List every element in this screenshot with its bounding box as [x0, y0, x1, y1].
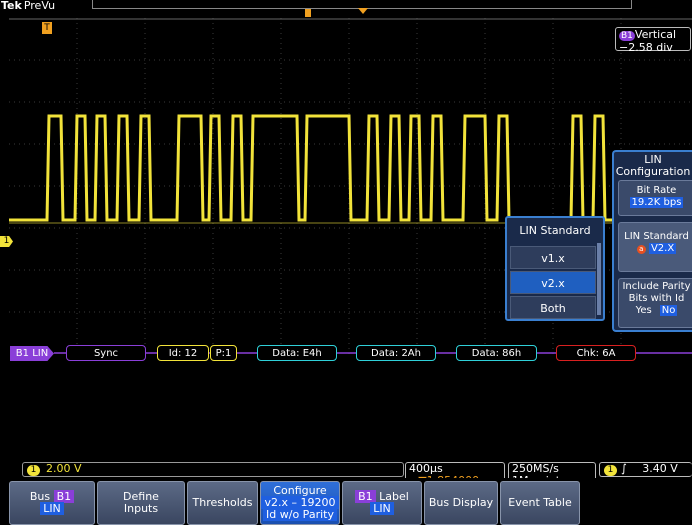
bus-packet-parity: P:1: [210, 345, 237, 361]
softkey-thresholds-label: Thresholds: [192, 496, 253, 509]
lin-standard-option-v2x[interactable]: v2.x: [510, 271, 596, 294]
bus-marker[interactable]: B1 LIN: [10, 346, 54, 361]
trigger-source-chip: 1: [604, 465, 617, 476]
lin-standard-label: LIN Standard: [624, 231, 689, 242]
lin-standard-option-v1x[interactable]: v1.x: [510, 246, 596, 269]
lin-standard-menu: LIN Standard v1.x v2.x Both: [505, 216, 605, 321]
lin-standard-value: V2.X: [648, 243, 677, 254]
lin-standard-option-both[interactable]: Both: [510, 296, 596, 319]
softkey-configure[interactable]: Configure v2.x – 19200 Id w/o Parity: [260, 481, 340, 525]
bus-packet-checksum: Chk: 6A: [556, 345, 636, 361]
trigger-position-icon: [358, 8, 368, 14]
record-position-marker: [305, 9, 311, 17]
bus-packet-id: Id: 12: [157, 345, 209, 361]
ch1-scale-value: 2.00 V: [46, 462, 82, 475]
lin-standard-menu-title: LIN Standard: [519, 224, 591, 237]
bus-name: LIN: [32, 348, 49, 359]
multipurpose-knob-a-icon: a: [636, 245, 646, 254]
softkey-define-line2: Inputs: [123, 502, 159, 515]
brand-name: Tek: [1, 0, 22, 12]
softkey-bus-display-label: Bus Display: [428, 496, 494, 509]
softkey-thresholds[interactable]: Thresholds: [187, 481, 258, 525]
bus-packet-data-3: Data: 86h: [456, 345, 537, 361]
vertical-readout: B1 Vertical −2.58 div: [615, 27, 691, 54]
bus-packet-data-2: Data: 2Ah: [356, 345, 436, 361]
lin-standard-scrollbar[interactable]: [597, 243, 601, 315]
trigger-readout[interactable]: 1 ∫ 3.40 V: [599, 462, 692, 477]
softkey-label-value: LIN: [370, 502, 394, 515]
softkey-label[interactable]: B1 Label LIN: [342, 481, 422, 525]
bus-packet-sync: Sync: [66, 345, 146, 361]
lin-standard-button[interactable]: LIN Standard a V2.X: [618, 222, 692, 272]
bus-id: B1: [15, 348, 30, 359]
trigger-level-value: 3.40 V: [642, 462, 678, 475]
brand-label: Tek PreVu: [1, 0, 55, 12]
include-parity-button[interactable]: Include Parity Bits with Id Yes No: [618, 278, 692, 328]
ch1-scale-readout[interactable]: 1 2.00 V: [22, 462, 404, 477]
bus-packet-data-1: Data: E4h: [257, 345, 337, 361]
softkey-define-inputs[interactable]: Define Inputs: [97, 481, 185, 525]
softkey-bus-value: LIN: [40, 502, 64, 515]
lin-configuration-title: LIN Configuration: [615, 153, 691, 178]
softkey-configure-parity: Id w/o Parity: [263, 508, 337, 521]
softkey-bus-display[interactable]: Bus Display: [424, 481, 498, 525]
softkey-event-table-label: Event Table: [508, 496, 572, 509]
include-parity-label: Include Parity Bits with Id: [622, 281, 691, 304]
bit-rate-value: 19.2K bps: [629, 197, 684, 208]
mode-label: PreVu: [23, 0, 56, 12]
bit-rate-button[interactable]: Bit Rate 19.2K bps: [618, 180, 692, 216]
ch1-waveform: [9, 114, 692, 222]
vertical-value: −2.58 div: [619, 41, 673, 54]
softkey-bus[interactable]: Bus B1 LIN: [9, 481, 95, 525]
softkey-event-table[interactable]: Event Table: [500, 481, 580, 525]
bit-rate-label: Bit Rate: [636, 185, 677, 196]
trigger-marker[interactable]: T: [42, 22, 52, 34]
vertical-label: Vertical: [634, 28, 677, 41]
bus-chip: B1: [619, 31, 635, 41]
parity-no-option[interactable]: No: [659, 305, 678, 316]
lin-configuration-panel: LIN Configuration Bit Rate 19.2K bps LIN…: [612, 150, 692, 332]
ch1-chip: 1: [27, 465, 40, 476]
trigger-slope-icon: ∫: [621, 462, 627, 475]
parity-yes-option[interactable]: Yes: [636, 305, 652, 316]
